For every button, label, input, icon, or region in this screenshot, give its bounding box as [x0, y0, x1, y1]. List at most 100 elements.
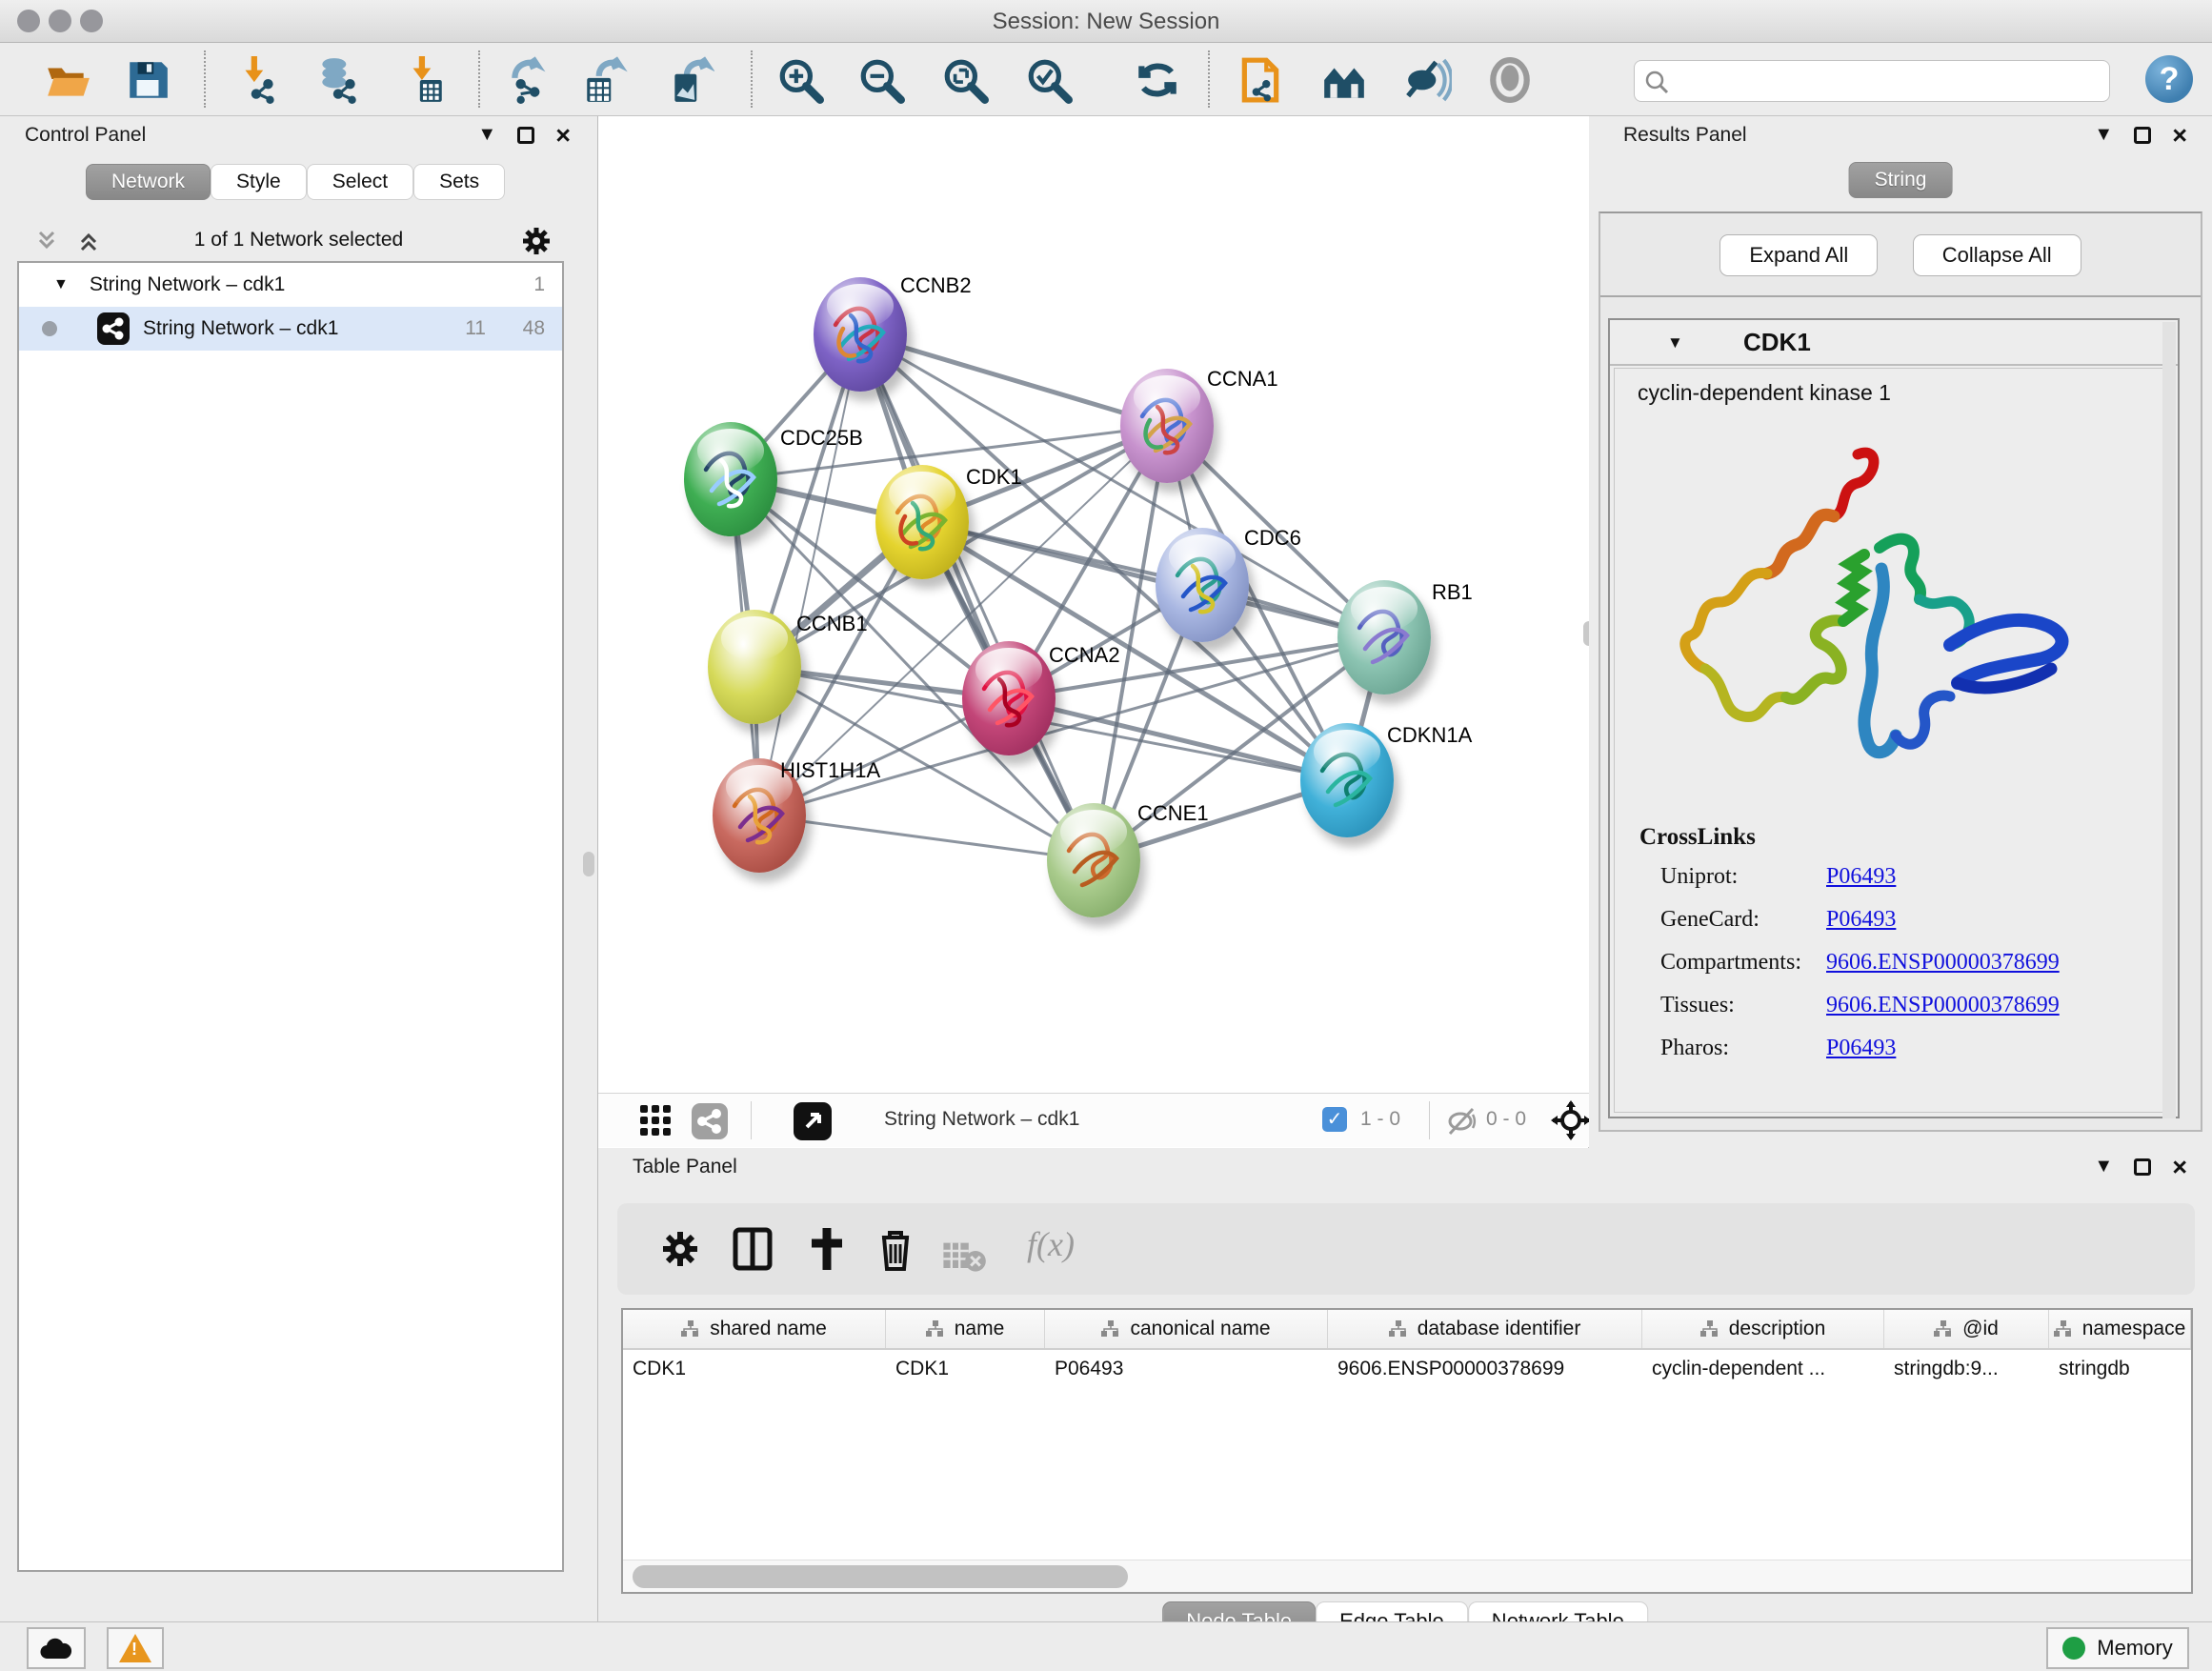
crosslink-link[interactable]: P06493 [1826, 907, 1896, 933]
table-row[interactable]: CDK1CDK1P064939606.ENSP00000378699cyclin… [623, 1350, 2191, 1392]
node-CCNA2[interactable] [962, 641, 1056, 755]
results-panel-close-icon[interactable]: × [2172, 127, 2187, 144]
column-header-shared-name[interactable]: shared name [623, 1310, 886, 1348]
entry-expander-icon[interactable]: ▼ [1667, 333, 1683, 352]
tab-select[interactable]: Select [307, 164, 413, 200]
crosslink-link[interactable]: 9606.ENSP00000378699 [1826, 993, 2060, 1018]
open-in-window-icon[interactable] [794, 1102, 832, 1140]
results-panel-float-icon[interactable] [2134, 127, 2151, 144]
crosslink-link[interactable]: 9606.ENSP00000378699 [1826, 950, 2060, 976]
results-scrollbar[interactable] [2162, 322, 2176, 1118]
node-RB1[interactable] [1337, 580, 1431, 695]
memory-button[interactable]: Memory [2046, 1627, 2189, 1669]
table-cell[interactable]: P06493 [1045, 1350, 1328, 1392]
network-row[interactable]: String Network – cdk1 11 48 [19, 307, 562, 351]
node-CCNA1[interactable] [1120, 369, 1214, 483]
node-CCNB2[interactable] [814, 277, 907, 392]
node-CDC25B[interactable] [684, 422, 777, 536]
network-collection-row[interactable]: ▼ String Network – cdk1 1 [19, 263, 562, 307]
table-panel-close-icon[interactable]: × [2172, 1158, 2187, 1176]
table-cell[interactable]: cyclin-dependent ... [1642, 1350, 1884, 1392]
birds-eye-view-icon[interactable] [638, 1103, 673, 1137]
add-column-icon[interactable] [804, 1226, 850, 1272]
hide-edges-icon[interactable] [1404, 56, 1452, 104]
search-input[interactable] [1634, 60, 2110, 102]
open-session-icon[interactable] [44, 56, 91, 104]
selected-checkbox-icon[interactable]: ✓ [1322, 1107, 1347, 1132]
export-table-icon[interactable] [581, 56, 629, 104]
cloud-status-button[interactable] [27, 1627, 86, 1669]
import-table-icon[interactable] [400, 56, 448, 104]
table-cell[interactable]: stringdb [2049, 1350, 2191, 1392]
save-session-icon[interactable] [124, 56, 171, 104]
expand-all-button[interactable]: Expand All [1719, 234, 1878, 276]
warnings-button[interactable] [107, 1627, 164, 1669]
delete-column-icon[interactable] [873, 1226, 918, 1272]
node-CCNB1[interactable] [708, 610, 801, 724]
table-cell[interactable]: 9606.ENSP00000378699 [1328, 1350, 1642, 1392]
network-current-dot [42, 321, 57, 336]
memory-status-dot [2062, 1637, 2085, 1660]
node-CCNE1[interactable] [1047, 803, 1140, 917]
zoom-out-icon[interactable] [857, 56, 905, 104]
control-panel-close-icon[interactable]: × [555, 127, 571, 144]
refresh-view-icon[interactable] [1134, 56, 1181, 104]
column-header-namespace[interactable]: namespace [2049, 1310, 2191, 1348]
import-network-icon[interactable] [234, 56, 282, 104]
table-panel-float-icon[interactable] [2134, 1158, 2151, 1176]
expand-all-networks-icon[interactable] [74, 227, 103, 255]
tab-network[interactable]: Network [86, 164, 211, 200]
node-label-CDK1: CDK1 [966, 465, 1022, 490]
scrollbar-thumb[interactable] [633, 1565, 1128, 1588]
column-header--id[interactable]: @id [1884, 1310, 2049, 1348]
function-builder-icon[interactable]: f(x) [1027, 1224, 1075, 1264]
table-cell[interactable]: CDK1 [886, 1350, 1045, 1392]
edge-CCNB2-CCNE1[interactable] [860, 334, 1094, 860]
help-button[interactable]: ? [2145, 55, 2193, 103]
network-share-icon[interactable] [692, 1103, 728, 1139]
table-panel-collapse-icon[interactable]: ▼ [2094, 1156, 2113, 1178]
crosslink-link[interactable]: P06493 [1826, 864, 1896, 890]
table-horizontal-scrollbar[interactable] [623, 1560, 2191, 1592]
show-columns-icon[interactable] [730, 1226, 775, 1272]
tab-sets[interactable]: Sets [413, 164, 505, 200]
column-header-name[interactable]: name [886, 1310, 1045, 1348]
control-panel-float-icon[interactable] [517, 127, 534, 144]
export-image-icon[interactable] [667, 56, 714, 104]
fit-content-crosshair-icon[interactable] [1551, 1100, 1591, 1140]
collapse-all-networks-icon[interactable] [32, 227, 61, 255]
window-title: Session: New Session [0, 9, 2212, 35]
crosslink-link[interactable]: P06493 [1826, 1036, 1896, 1061]
node-CDC6[interactable] [1156, 528, 1249, 642]
edge-CDK1-RB1[interactable] [922, 522, 1384, 637]
export-network-icon[interactable] [505, 56, 553, 104]
show-graphics-details-icon[interactable] [1486, 56, 1534, 104]
column-header-description[interactable]: description [1642, 1310, 1884, 1348]
tab-style[interactable]: Style [211, 164, 307, 200]
edge-CCNB2-HIST1H1A[interactable] [759, 334, 860, 815]
table-options-gear-icon[interactable] [657, 1226, 703, 1272]
zoom-in-icon[interactable] [776, 56, 824, 104]
edge-CCNE1-HIST1H1A[interactable] [759, 815, 1094, 860]
zoom-selected-icon[interactable] [1025, 56, 1073, 104]
column-header-canonical-name[interactable]: canonical name [1045, 1310, 1328, 1348]
left-splitter-handle[interactable] [583, 852, 594, 876]
node-CDK1[interactable] [875, 465, 969, 579]
node-CDKN1A[interactable] [1300, 723, 1394, 837]
network-canvas[interactable]: CCNB2CCNA1CDC25BCDK1CDC6RB1CCNB1CCNA2CDK… [598, 116, 1589, 1093]
entry-gene-name: CDK1 [1743, 328, 1811, 357]
delete-table-icon[interactable] [941, 1234, 987, 1279]
collapse-all-button[interactable]: Collapse All [1913, 234, 2081, 276]
column-header-database-identifier[interactable]: database identifier [1328, 1310, 1642, 1348]
open-session-doc-icon[interactable] [1237, 56, 1284, 104]
results-panel-collapse-icon[interactable]: ▼ [2094, 124, 2113, 146]
tab-string[interactable]: String [1849, 162, 1953, 198]
tree-expander-icon[interactable]: ▼ [53, 276, 69, 293]
import-network-database-icon[interactable] [314, 56, 362, 104]
table-cell[interactable]: CDK1 [623, 1350, 886, 1392]
network-options-gear-icon[interactable] [519, 224, 553, 258]
control-panel-collapse-icon[interactable]: ▼ [477, 124, 496, 146]
table-cell[interactable]: stringdb:9... [1884, 1350, 2049, 1392]
zoom-fit-icon[interactable] [941, 56, 989, 104]
show-all-windows-icon[interactable] [1320, 56, 1368, 104]
